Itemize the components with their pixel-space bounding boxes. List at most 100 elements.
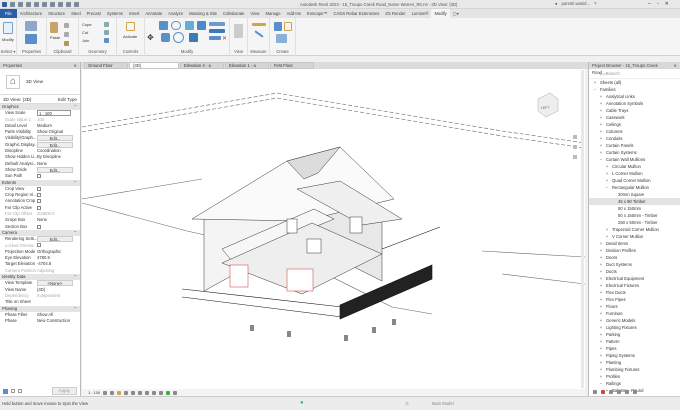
property-value[interactable]: Orthographic xyxy=(37,249,61,254)
create-assembly-icon[interactable] xyxy=(274,22,282,31)
lock-view-icon[interactable] xyxy=(152,390,157,395)
ribbon-tab--[interactable]: ▢▾ xyxy=(450,9,462,18)
ribbon-tab-lumion-[interactable]: Lumion® xyxy=(409,9,432,18)
activate-controls-icon[interactable] xyxy=(126,22,135,31)
expand-icon[interactable]: + xyxy=(599,93,603,100)
filter-icon[interactable] xyxy=(633,389,637,394)
property-button[interactable]: <None> xyxy=(37,280,73,287)
property-value[interactable]: Show All xyxy=(37,312,53,317)
property-value[interactable]: 4780.9 xyxy=(37,255,50,260)
paste-icon[interactable] xyxy=(50,22,58,33)
detail-level-icon[interactable] xyxy=(103,390,108,395)
expand-icon[interactable]: + xyxy=(599,373,603,380)
expand-icon[interactable]: + xyxy=(599,345,603,352)
activate-button[interactable]: Activate xyxy=(123,34,137,39)
view-scale[interactable]: 1 : 100 xyxy=(88,390,100,395)
browser-item[interactable]: + Floors xyxy=(589,303,680,310)
ribbon-tab-add-ins[interactable]: Add-Ins xyxy=(284,9,304,18)
expand-icon[interactable]: + xyxy=(605,233,609,240)
expand-icon[interactable]: + xyxy=(605,177,609,184)
redo-icon[interactable] xyxy=(34,2,39,7)
paint-icon[interactable] xyxy=(104,30,109,35)
design-option-select[interactable]: Main Model xyxy=(432,401,454,406)
copy-icon[interactable] xyxy=(161,33,170,42)
undo-icon[interactable] xyxy=(26,2,31,7)
browser-item[interactable]: 45 x 90 Timber xyxy=(589,198,680,205)
ribbon-tab-architecture[interactable]: Architecture xyxy=(17,9,45,18)
expand-icon[interactable]: + xyxy=(599,142,603,149)
property-value[interactable]: Coordination xyxy=(37,148,61,153)
edit-type-button[interactable]: Edit Type xyxy=(58,97,77,102)
align-icon[interactable] xyxy=(159,21,168,30)
match-type-icon[interactable] xyxy=(64,41,69,46)
expand-icon[interactable]: + xyxy=(599,100,603,107)
browser-item[interactable]: + Parking xyxy=(589,331,680,338)
expand-icon[interactable]: + xyxy=(599,289,603,296)
browser-item[interactable]: + Columns xyxy=(589,128,680,135)
expand-icon[interactable]: + xyxy=(605,170,609,177)
worksets-icon[interactable]: ● xyxy=(300,400,304,406)
browser-item[interactable]: + Pipes xyxy=(589,345,680,352)
property-value[interactable]: None xyxy=(37,161,47,166)
rotate-icon[interactable] xyxy=(173,32,184,43)
browser-item[interactable]: + Plumbing Fixtures xyxy=(589,366,680,373)
cope-button[interactable]: Cope xyxy=(82,22,92,27)
expand-icon[interactable]: + xyxy=(599,261,603,268)
browser-item[interactable]: − Families xyxy=(589,86,680,93)
delete-icon[interactable]: ✕ xyxy=(222,35,227,42)
browser-item[interactable]: + Detail Items xyxy=(589,240,680,247)
ribbon-tab-cads-rebar-extensions[interactable]: CADS Rebar Extensions xyxy=(331,9,383,18)
ribbon-tab-modify[interactable]: Modify xyxy=(431,9,450,18)
browser-item[interactable]: + Electrical Fixtures xyxy=(589,282,680,289)
collapse-icon[interactable]: − xyxy=(599,380,603,387)
browser-item[interactable]: − Rectangular Mullion xyxy=(589,184,680,191)
mirror-draw-icon[interactable] xyxy=(197,21,206,30)
offset-icon[interactable] xyxy=(171,21,181,30)
expand-icon[interactable]: + xyxy=(599,149,603,156)
browser-item[interactable]: + Duct Systems xyxy=(589,261,680,268)
ribbon-tab-collaborate[interactable]: Collaborate xyxy=(220,9,247,18)
copy-clip-icon[interactable] xyxy=(64,32,69,37)
property-value[interactable]: Show Original xyxy=(37,129,63,134)
render-icon[interactable] xyxy=(131,390,136,395)
property-checkbox[interactable] xyxy=(37,193,41,198)
browser-item[interactable]: + Furniture xyxy=(589,310,680,317)
browser-item[interactable]: − Curtain Wall Mullions xyxy=(589,156,680,163)
user-icon[interactable]: ● xyxy=(555,1,558,6)
property-checkbox[interactable] xyxy=(37,199,41,204)
navigation-bar[interactable] xyxy=(573,135,577,159)
expand-icon[interactable]: + xyxy=(599,324,603,331)
split-face-icon[interactable] xyxy=(104,22,109,27)
browser-item[interactable]: + Cable Trays xyxy=(589,107,680,114)
expand-icon[interactable]: + xyxy=(599,240,603,247)
ribbon-tab-structure[interactable]: Structure xyxy=(45,9,68,18)
expand-icon[interactable]: + xyxy=(599,114,603,121)
drag-elements-icon[interactable] xyxy=(625,389,629,394)
measure-icon[interactable] xyxy=(252,23,266,26)
measure-icon[interactable] xyxy=(50,2,55,7)
open-icon[interactable] xyxy=(10,2,15,7)
view-tab[interactable]: Elevation 1 - a xyxy=(225,62,269,69)
expand-icon[interactable]: + xyxy=(599,282,603,289)
select-underlay-icon[interactable] xyxy=(601,389,605,394)
browser-item[interactable]: 30mm Square xyxy=(589,191,680,198)
properties-sort-icon[interactable] xyxy=(18,389,22,393)
ribbon-tab-file[interactable]: File xyxy=(0,9,17,18)
select-links-icon[interactable] xyxy=(593,389,597,394)
browser-item[interactable]: + Curtain Systems xyxy=(589,149,680,156)
property-value[interactable]: New Construction xyxy=(37,318,70,323)
expand-icon[interactable]: + xyxy=(599,247,603,254)
property-value[interactable]: 100 xyxy=(37,117,44,122)
select-by-face-icon[interactable] xyxy=(617,389,621,394)
save-icon[interactable] xyxy=(18,2,23,7)
ribbon-tab-systems[interactable]: Systems xyxy=(104,9,126,18)
expand-icon[interactable]: + xyxy=(599,107,603,114)
browser-item[interactable]: + Circular Mullion xyxy=(589,163,680,170)
expand-icon[interactable]: + xyxy=(605,163,609,170)
reveal-hidden-icon[interactable] xyxy=(166,390,171,395)
browser-item[interactable]: + Conduits xyxy=(589,135,680,142)
expand-icon[interactable]: + xyxy=(599,359,603,366)
browser-item[interactable]: + Generic Models xyxy=(589,317,680,324)
property-button[interactable]: Edit... xyxy=(37,135,73,142)
browser-item[interactable]: + Analytical Links xyxy=(589,93,680,100)
